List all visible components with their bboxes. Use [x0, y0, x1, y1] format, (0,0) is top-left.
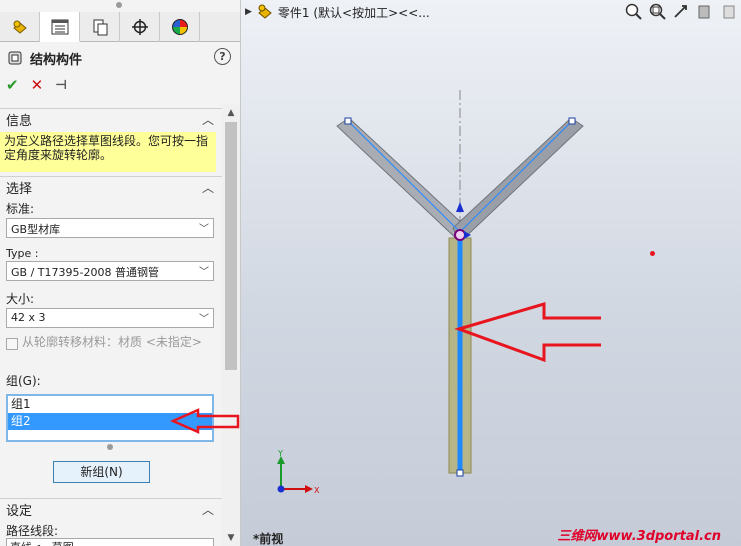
- zoom-area-icon[interactable]: [647, 2, 667, 20]
- right-branch-tube[interactable]: [452, 117, 584, 243]
- chevron-down-icon: ﹀: [199, 224, 209, 235]
- scroll-down-icon[interactable]: ▼: [226, 533, 236, 543]
- graphics-area[interactable]: ▶ 零件1 (默认<按加工><<... Y X *前视 三维网www.3dpor…: [241, 0, 741, 546]
- annotation-arrow-left: [170, 408, 240, 434]
- pin-icon[interactable]: ⊣: [55, 78, 67, 93]
- configuration-manager-tab[interactable]: [80, 12, 120, 42]
- type-select[interactable]: GB / T17395-2008 普通钢管 ﹀: [6, 261, 214, 281]
- configuration-icon: [93, 19, 107, 36]
- action-buttons: ✔ ✕ ⊣: [6, 76, 67, 94]
- view-name-label: *前视: [253, 532, 284, 546]
- feature-manager-tab[interactable]: [0, 12, 40, 42]
- help-icon[interactable]: ?: [214, 48, 231, 65]
- y-axis-label: Y: [277, 449, 283, 458]
- x-axis-label: X: [314, 486, 320, 495]
- dimxpert-manager-tab[interactable]: [120, 12, 160, 42]
- left-path-segment[interactable]: [347, 120, 461, 233]
- property-manager-panel: 结构构件 ? ✔ ✕ ⊣ 信息 ︿ 为定义路径选择草图线段。您可按一指定角度来旋…: [0, 0, 241, 546]
- transfer-material-checkbox[interactable]: [6, 338, 18, 350]
- selection-section-header[interactable]: 选择 ︿: [0, 176, 222, 198]
- feature-title: 结构构件: [30, 52, 83, 68]
- red-marker-dot: [650, 251, 655, 256]
- chevron-up-icon[interactable]: ︿: [202, 501, 214, 518]
- info-heading: 信息: [6, 114, 33, 129]
- groups-label: 组(G):: [6, 374, 41, 388]
- feature-title-row: 结构构件 ?: [0, 46, 240, 70]
- panel-resize-grip[interactable]: [116, 2, 122, 8]
- cancel-button[interactable]: ✕: [31, 76, 44, 94]
- left-branch-tube[interactable]: [336, 117, 468, 243]
- info-section-header[interactable]: 信息 ︿: [0, 108, 222, 130]
- size-label: 大小:: [6, 292, 35, 306]
- previous-view-icon[interactable]: [671, 2, 691, 20]
- part-tree-label: 零件1 (默认<按加工><<...: [277, 5, 430, 20]
- property-list-icon: [51, 19, 68, 34]
- manager-tab-bar: [0, 12, 240, 42]
- panel-scroll-area: 信息 ︿ 为定义路径选择草图线段。您可按一指定角度来旋转轮廓。 选择 ︿ 标准:…: [0, 104, 222, 546]
- settings-heading: 设定: [6, 504, 33, 519]
- transfer-material-label: 从轮廓转移材料：材质 <未指定>: [22, 335, 202, 349]
- chevron-down-icon: ﹀: [199, 314, 209, 325]
- expand-arrow-icon[interactable]: ▶: [245, 7, 252, 17]
- sketch-endpoint[interactable]: [456, 469, 464, 477]
- scroll-up-icon[interactable]: ▲: [226, 108, 236, 118]
- property-manager-tab[interactable]: [40, 12, 80, 42]
- standard-value: GB型材库: [11, 223, 61, 236]
- path-segment-field[interactable]: 直线<...草图: [6, 538, 214, 546]
- list-resize-grip[interactable]: [107, 444, 113, 450]
- chevron-up-icon[interactable]: ︿: [202, 111, 214, 128]
- ok-button[interactable]: ✔: [6, 76, 19, 94]
- view-orientation-icon[interactable]: [719, 2, 739, 20]
- path-segment-label: 路径线段:: [6, 524, 59, 538]
- origin-point-icon[interactable]: [454, 229, 466, 241]
- size-value: 42 x 3: [11, 311, 46, 324]
- panel-scrollbar[interactable]: ▲ ▼: [222, 104, 240, 546]
- annotation-arrow-left: [454, 301, 601, 363]
- standard-label: 标准:: [6, 202, 35, 216]
- watermark-text: 三维网www.3dportal.cn: [557, 529, 721, 544]
- structure-member-model[interactable]: [321, 80, 601, 490]
- chevron-down-icon: ﹀: [199, 267, 209, 278]
- display-manager-tab[interactable]: [160, 12, 200, 42]
- new-group-button[interactable]: 新组(N): [53, 461, 150, 483]
- zoom-to-fit-icon[interactable]: [623, 2, 643, 20]
- section-view-icon[interactable]: [695, 2, 715, 20]
- info-message: 为定义路径选择草图线段。您可按一指定角度来旋转轮廓。: [0, 132, 216, 172]
- feature-tree-icon: [12, 20, 27, 34]
- feature-tree-flyout[interactable]: ▶ 零件1 (默认<按加工><<...: [245, 3, 430, 21]
- up-arrow-marker: [456, 202, 464, 212]
- right-path-segment[interactable]: [459, 120, 573, 233]
- standard-select[interactable]: GB型材库 ﹀: [6, 218, 214, 238]
- scrollbar-thumb[interactable]: [225, 122, 237, 370]
- sketch-endpoint[interactable]: [568, 117, 576, 125]
- coordinate-triad: Y X: [277, 449, 320, 495]
- display-pie-icon: [171, 19, 188, 35]
- type-value: GB / T17395-2008 普通钢管: [11, 266, 159, 279]
- chevron-up-icon[interactable]: ︿: [202, 179, 214, 196]
- selection-heading: 选择: [6, 182, 33, 197]
- settings-section-header[interactable]: 设定 ︿: [0, 498, 222, 520]
- part-icon: [258, 4, 272, 19]
- type-label: Type :: [6, 247, 39, 260]
- crosshair-icon: [131, 19, 148, 35]
- x-axis-arrow: [305, 485, 313, 493]
- size-select[interactable]: 42 x 3 ﹀: [6, 308, 214, 328]
- structure-member-icon: [8, 51, 22, 65]
- transfer-material-option: 从轮廓转移材料：材质 <未指定>: [6, 336, 216, 350]
- heads-up-toolbar: [623, 2, 739, 20]
- z-axis-dot: [277, 485, 285, 493]
- sketch-endpoint[interactable]: [344, 117, 352, 125]
